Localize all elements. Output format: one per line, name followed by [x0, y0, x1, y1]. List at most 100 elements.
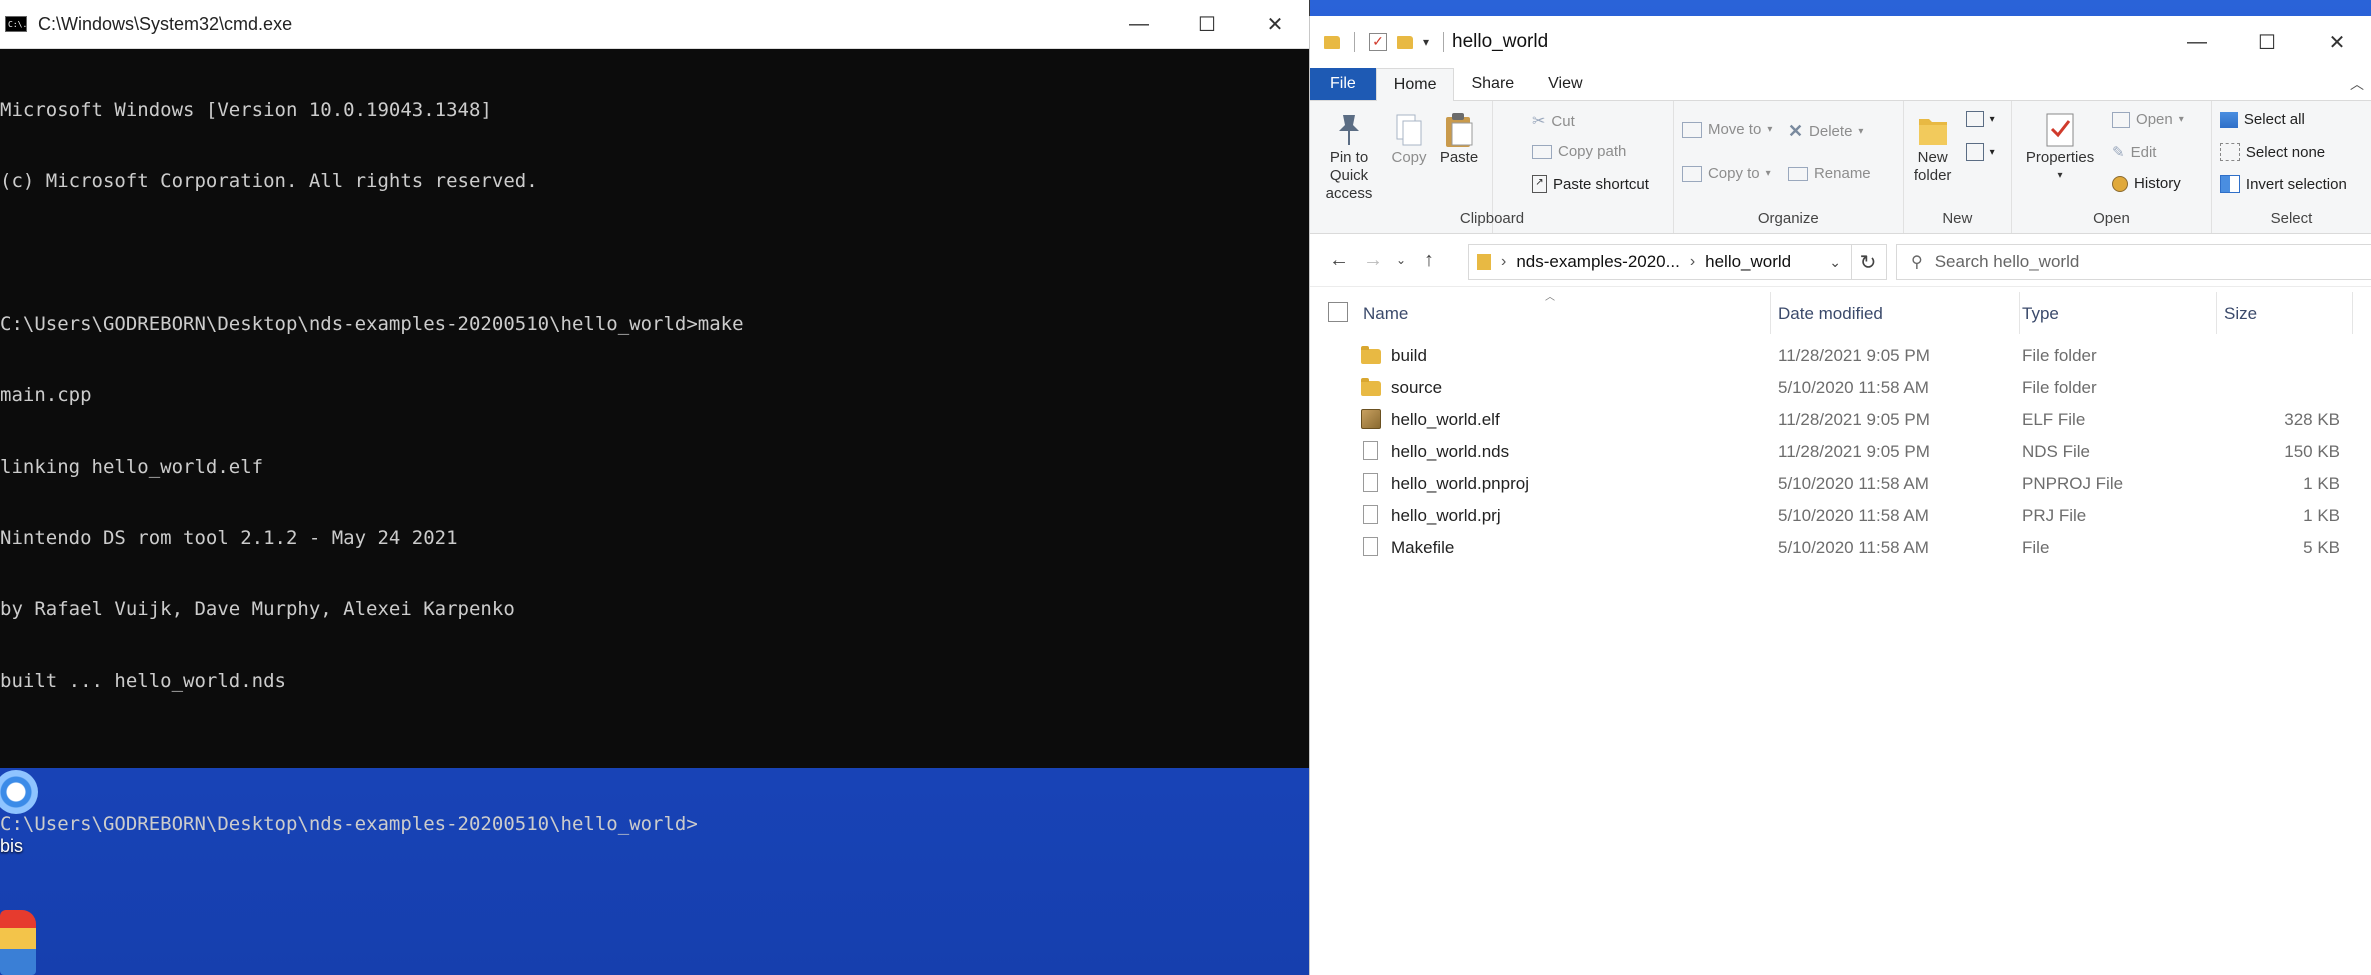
- history-button[interactable]: History: [2112, 175, 2181, 192]
- ribbon-group-organize: Move to ▾ Copy to ▾ ✕ Delete ▾ Rename Or…: [1674, 101, 1904, 233]
- copy-button[interactable]: Copy: [1386, 111, 1432, 167]
- breadcrumb-item[interactable]: nds-examples-2020...: [1516, 252, 1679, 272]
- search-placeholder: Search hello_world: [1934, 252, 2080, 271]
- column-header-size[interactable]: Size: [2224, 304, 2257, 324]
- explorer-close-button[interactable]: ✕: [2302, 16, 2371, 68]
- open-label: Open: [2136, 111, 2173, 128]
- file-name: hello_world.prj: [1391, 506, 1501, 525]
- properties-button[interactable]: Properties ▾: [2020, 111, 2100, 185]
- select-none-icon: [2219, 143, 2240, 161]
- cmd-console-output[interactable]: Microsoft Windows [Version 10.0.19043.13…: [0, 49, 1309, 884]
- file-row[interactable]: hello_world.pnproj 5/10/2020 11:58 AM PN…: [1310, 468, 2371, 500]
- file-name: hello_world.nds: [1391, 442, 1510, 461]
- history-clock-icon: [2112, 175, 2129, 192]
- new-folder-button[interactable]: New folder: [1910, 111, 1956, 185]
- column-header-name[interactable]: Name: [1363, 304, 1408, 324]
- pin-to-quick-access-button[interactable]: Pin to Quick access: [1316, 111, 1382, 203]
- file-icon: [1363, 441, 1378, 460]
- group-label-clipboard: Clipboard: [1459, 210, 1525, 227]
- tab-home[interactable]: Home: [1375, 68, 1455, 101]
- customize-toolbar-chevron-icon[interactable]: ▾: [1423, 35, 1429, 49]
- explorer-minimize-button[interactable]: —: [2162, 16, 2232, 68]
- column-divider[interactable]: [2216, 292, 2217, 334]
- console-line: linking hello_world.elf: [0, 455, 264, 478]
- delete-button[interactable]: ✕ Delete ▾: [1788, 121, 1863, 142]
- new-item-button[interactable]: ▾: [1965, 111, 1995, 127]
- rename-icon: [1787, 166, 1808, 181]
- cmd-close-button[interactable]: ✕: [1241, 0, 1309, 48]
- rename-button[interactable]: Rename: [1787, 165, 1871, 182]
- copy-path-button[interactable]: Copy path: [1532, 143, 1626, 160]
- properties-check-icon[interactable]: ✓: [1369, 33, 1387, 51]
- console-line: built ... hello_world.nds: [0, 669, 286, 692]
- cmd-minimize-button[interactable]: —: [1105, 0, 1173, 48]
- select-all-icon: [2219, 111, 2238, 128]
- rename-label: Rename: [1813, 165, 1871, 182]
- paste-button[interactable]: Paste: [1434, 111, 1484, 167]
- cmd-titlebar[interactable]: C:\. C:\Windows\System32\cmd.exe — ☐ ✕: [0, 0, 1309, 49]
- breadcrumb-separator-icon: ›: [1689, 253, 1696, 270]
- desktop-installer-icon[interactable]: [0, 910, 36, 975]
- select-none-button[interactable]: Select none: [2219, 143, 2325, 161]
- breadcrumb-item[interactable]: hello_world: [1705, 252, 1791, 272]
- ribbon-collapse-chevron-icon[interactable]: ︿: [2350, 74, 2364, 94]
- breadcrumb-separator-icon: ›: [1501, 253, 1507, 270]
- group-label-select: Select: [2270, 210, 2313, 227]
- toolbar-divider: [1354, 32, 1355, 52]
- easy-access-button[interactable]: ▾: [1965, 143, 1995, 161]
- explorer-maximize-button[interactable]: ☐: [2232, 16, 2302, 68]
- file-row[interactable]: hello_world.elf 11/28/2021 9:05 PM ELF F…: [1310, 404, 2371, 436]
- address-bar[interactable]: › nds-examples-2020... › hello_world ⌄: [1468, 244, 1852, 280]
- group-label-organize: Organize: [1757, 210, 1819, 227]
- column-header-type[interactable]: Type: [2022, 304, 2059, 324]
- history-label: History: [2134, 175, 2181, 192]
- column-divider[interactable]: [2352, 292, 2353, 334]
- elf-file-icon: [1361, 409, 1381, 429]
- file-type: File: [2022, 538, 2050, 557]
- file-row[interactable]: Makefile 5/10/2020 11:58 AM File 5 KB: [1310, 532, 2371, 564]
- column-divider[interactable]: [2019, 292, 2020, 334]
- invert-selection-button[interactable]: Invert selection: [2219, 175, 2347, 193]
- paste-shortcut-button[interactable]: ↗ Paste shortcut: [1532, 175, 1649, 193]
- new-item-icon: [1965, 111, 1984, 127]
- back-arrow-icon[interactable]: ←: [1322, 249, 1356, 272]
- file-row[interactable]: hello_world.nds 11/28/2021 9:05 PM NDS F…: [1310, 436, 2371, 468]
- new-folder-icon[interactable]: [1397, 35, 1413, 49]
- address-dropdown-chevron-icon[interactable]: ⌄: [1829, 254, 1841, 271]
- forward-arrow-icon[interactable]: →: [1356, 249, 1390, 272]
- explorer-title: hello_world: [1452, 31, 1549, 52]
- dropdown-chevron-icon: ▾: [1858, 126, 1864, 137]
- tab-view[interactable]: View: [1531, 68, 1599, 100]
- file-row[interactable]: source 5/10/2020 11:58 AM File folder: [1310, 372, 2371, 404]
- recent-locations-chevron-icon[interactable]: ⌄: [1390, 253, 1412, 267]
- file-name: source: [1391, 378, 1443, 397]
- select-all-button[interactable]: Select all: [2219, 111, 2305, 128]
- refresh-icon[interactable]: ↻: [1850, 244, 1887, 280]
- dropdown-chevron-icon: ▾: [1989, 146, 1995, 158]
- explorer-titlebar[interactable]: ✓ ▾ hello_world — ☐ ✕: [1310, 16, 2371, 68]
- cmd-window: C:\. C:\Windows\System32\cmd.exe — ☐ ✕ M…: [0, 0, 1310, 835]
- copy-to-button[interactable]: Copy to ▾: [1681, 165, 1771, 182]
- file-row[interactable]: hello_world.prj 5/10/2020 11:58 AM PRJ F…: [1310, 500, 2371, 532]
- cmd-maximize-button[interactable]: ☐: [1173, 0, 1241, 48]
- file-name: hello_world.pnproj: [1391, 474, 1529, 493]
- move-to-button[interactable]: Move to ▾: [1681, 121, 1772, 138]
- column-divider[interactable]: [1770, 292, 1771, 334]
- dropdown-chevron-icon: ▾: [2178, 114, 2184, 125]
- paste-icon: [1446, 113, 1473, 147]
- properties-check-icon: [2046, 113, 2074, 147]
- search-input[interactable]: ⚲ Search hello_world: [1896, 244, 2371, 280]
- open-button[interactable]: Open ▾: [2112, 111, 2184, 128]
- console-line: main.cpp: [0, 384, 92, 407]
- edit-button[interactable]: ✎ Edit: [2112, 143, 2156, 162]
- address-row: ← → ⌄ ↑ › nds-examples-2020... › hello_w…: [1310, 234, 2371, 287]
- up-arrow-icon[interactable]: ↑: [1412, 249, 1446, 272]
- explorer-window: ✓ ▾ hello_world — ☐ ✕ File Home Share Vi…: [1309, 16, 2371, 975]
- tab-file[interactable]: File: [1310, 68, 1376, 100]
- column-header-date[interactable]: Date modified: [1778, 304, 1883, 324]
- tab-share[interactable]: Share: [1454, 68, 1531, 100]
- file-type: PNPROJ File: [2022, 474, 2124, 493]
- select-all-checkbox[interactable]: [1328, 302, 1348, 322]
- file-row[interactable]: build 11/28/2021 9:05 PM File folder: [1310, 340, 2371, 372]
- cut-button[interactable]: ✂ Cut: [1532, 111, 1575, 131]
